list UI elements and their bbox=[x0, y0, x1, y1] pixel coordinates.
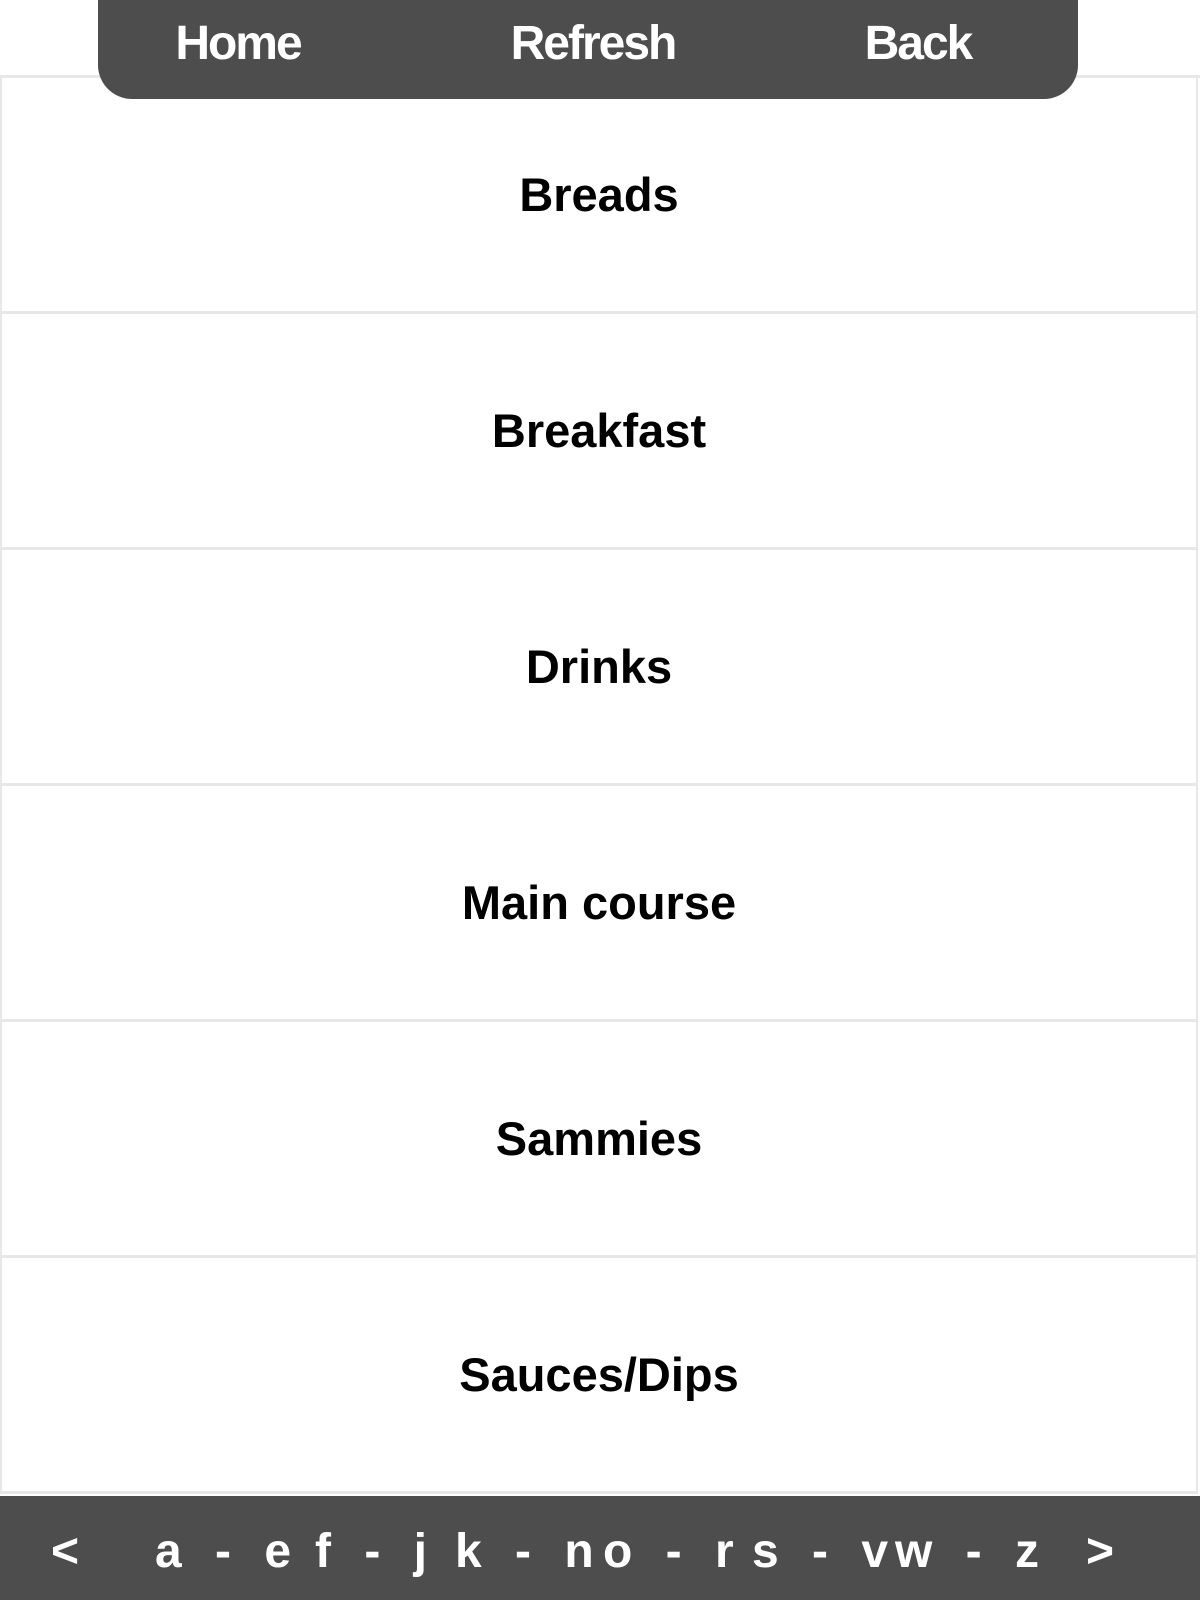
refresh-button[interactable]: Refresh bbox=[478, 0, 708, 88]
category-item-main-course[interactable]: Main course bbox=[0, 786, 1198, 1022]
category-label: Main course bbox=[461, 876, 737, 929]
category-label: Breakfast bbox=[491, 404, 707, 457]
category-list: Breads Breakfast Drinks Main course Samm… bbox=[0, 75, 1200, 1494]
index-range-o-r[interactable]: o - r bbox=[603, 1496, 734, 1600]
index-range-a-e[interactable]: a - e bbox=[155, 1496, 291, 1600]
category-label: Sammies bbox=[495, 1112, 703, 1165]
back-button[interactable]: Back bbox=[818, 0, 1018, 88]
category-item-sauces-dips[interactable]: Sauces/Dips bbox=[0, 1258, 1198, 1494]
index-range-k-n[interactable]: k - n bbox=[455, 1496, 594, 1600]
recipe-categories-screen: Home Refresh Back Breads Breakfast Drink… bbox=[0, 0, 1200, 1600]
index-range-s-v[interactable]: s - v bbox=[752, 1496, 888, 1600]
category-label: Breads bbox=[519, 168, 679, 221]
next-page-button[interactable]: > bbox=[1075, 1496, 1135, 1600]
category-label: Drinks bbox=[525, 640, 673, 693]
alphabet-index-bar: < a - e f - j k - n o - r s - v w - z > bbox=[0, 1496, 1200, 1600]
previous-page-button[interactable]: < bbox=[40, 1496, 100, 1600]
home-button[interactable]: Home bbox=[138, 0, 338, 88]
category-item-breads[interactable]: Breads bbox=[0, 78, 1198, 314]
index-range-f-j[interactable]: f - j bbox=[315, 1496, 427, 1600]
index-range-w-z[interactable]: w - z bbox=[895, 1496, 1039, 1600]
category-label: Sauces/Dips bbox=[459, 1348, 739, 1401]
top-navigation-bar: Home Refresh Back bbox=[98, 0, 1078, 99]
category-item-breakfast[interactable]: Breakfast bbox=[0, 314, 1198, 550]
category-item-drinks[interactable]: Drinks bbox=[0, 550, 1198, 786]
category-item-sammies[interactable]: Sammies bbox=[0, 1022, 1198, 1258]
